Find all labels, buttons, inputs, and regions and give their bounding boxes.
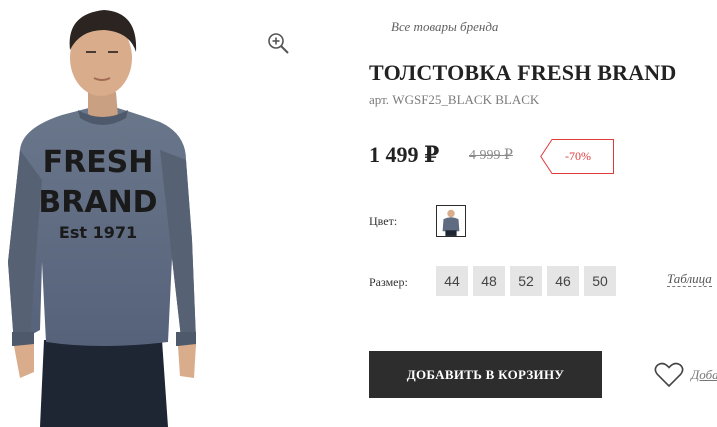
zoom-in-icon[interactable]: [266, 31, 290, 55]
size-option-46[interactable]: 46: [547, 266, 579, 296]
color-swatch[interactable]: [436, 205, 466, 237]
add-to-favorites-link[interactable]: Добавить: [691, 367, 717, 383]
all-brand-products-link[interactable]: Все товары бренда: [391, 19, 498, 35]
size-option-50[interactable]: 50: [584, 266, 616, 296]
size-label: Размер:: [369, 275, 408, 289]
sweater-print-brand: BRAND: [38, 185, 157, 220]
size-table-link[interactable]: Таблица: [667, 272, 712, 287]
size-option-52[interactable]: 52: [510, 266, 542, 296]
add-to-cart-button[interactable]: ДОБАВИТЬ В КОРЗИНУ: [369, 351, 602, 398]
sweater-print-fresh: FRESH: [43, 145, 154, 180]
color-label: Цвет:: [369, 214, 398, 228]
product-title: ТОЛСТОВКА FRESH BRAND: [369, 60, 677, 85]
heart-icon[interactable]: [654, 362, 684, 388]
product-photo: FRESH BRAND Est 1971: [8, 10, 196, 427]
size-option-48[interactable]: 48: [473, 266, 505, 296]
sweater-print-est: Est 1971: [59, 223, 137, 242]
discount-percent: -70%: [565, 149, 591, 163]
size-option-44[interactable]: 44: [436, 266, 468, 296]
old-price: 4 999 ₽: [469, 148, 513, 163]
product-sku: арт. WGSF25_BLACK BLACK: [369, 92, 540, 107]
current-price: 1 499 ₽: [369, 142, 440, 167]
